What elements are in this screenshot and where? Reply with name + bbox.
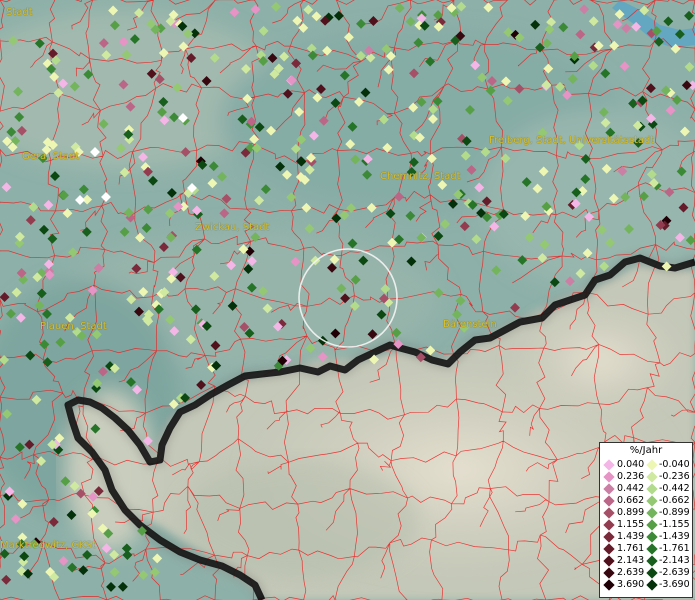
legend-value-negative: -0.040 <box>659 459 690 470</box>
legend: %/Jahr 0.040 -0.040 0.236 -0.236 0.442 -0.442… <box>599 442 693 598</box>
legend-swatch-negative <box>646 531 658 543</box>
city-label-zwickau: Zwickau, Stadt <box>195 222 270 233</box>
legend-value-positive: 0.442 <box>617 483 645 494</box>
legend-swatch-positive <box>603 519 615 531</box>
city-label-freiberg: Freiberg, Stadt, Universitätsstadt <box>489 135 655 146</box>
legend-swatch-negative <box>646 543 658 555</box>
legend-value-negative: -0.236 <box>659 471 690 482</box>
legend-value-positive: 1.155 <box>617 519 645 530</box>
legend-row: 1.155 -1.155 <box>602 519 692 531</box>
legend-rows: 0.040 -0.040 0.236 -0.236 0.442 -0.442 0.662 -0… <box>602 459 692 591</box>
legend-swatch-negative <box>646 519 658 531</box>
legend-value-negative: -0.442 <box>659 483 690 494</box>
legend-row: 0.899 -0.899 <box>602 507 692 519</box>
legend-swatch-positive <box>603 531 615 543</box>
legend-swatch-negative <box>646 471 658 483</box>
legend-value-negative: -0.899 <box>659 507 690 518</box>
city-label-baerenstein: Bärenstein <box>443 319 497 330</box>
legend-swatch-negative <box>646 495 658 507</box>
legend-value-negative: -2.143 <box>659 555 690 566</box>
legend-swatch-negative <box>646 579 658 591</box>
legend-swatch-positive <box>603 567 615 579</box>
legend-row: 1.761 -1.761 <box>602 543 692 555</box>
legend-swatch-positive <box>603 555 615 567</box>
legend-row: 0.442 -0.442 <box>602 483 692 495</box>
legend-value-positive: 2.639 <box>617 567 645 578</box>
city-label-chemnitz: Chemnitz, Stadt <box>380 171 461 182</box>
legend-swatch-negative <box>646 555 658 567</box>
legend-swatch-negative <box>646 483 658 495</box>
legend-swatch-positive <box>603 483 615 495</box>
legend-value-positive: 0.899 <box>617 507 645 518</box>
city-label-stadt: Stadt <box>6 7 33 18</box>
legend-swatch-negative <box>646 507 658 519</box>
legend-swatch-positive <box>603 459 615 471</box>
legend-row: 1.439 -1.439 <box>602 531 692 543</box>
legend-value-positive: 0.040 <box>617 459 645 470</box>
legend-value-positive: 2.143 <box>617 555 645 566</box>
legend-value-negative: -1.439 <box>659 531 690 542</box>
legend-value-negative: -1.761 <box>659 543 690 554</box>
legend-value-negative: -0.662 <box>659 495 690 506</box>
city-label-marktredwitz: Marktredwitz, GKSt <box>0 540 97 551</box>
map-view[interactable]: Stadt Gera, Stadt Freiberg, Stadt, Unive… <box>0 0 695 600</box>
legend-swatch-positive <box>603 507 615 519</box>
legend-row: 0.040 -0.040 <box>602 459 692 471</box>
legend-swatch-positive <box>603 579 615 591</box>
legend-swatch-positive <box>603 543 615 555</box>
legend-value-negative: -3.690 <box>659 579 690 590</box>
legend-swatch-positive <box>603 495 615 507</box>
legend-swatch-negative <box>646 567 658 579</box>
legend-value-negative: -1.155 <box>659 519 690 530</box>
legend-swatch-negative <box>646 459 658 471</box>
city-label-gera: Gera, Stadt <box>22 151 80 162</box>
legend-row: 2.639 -2.639 <box>602 567 692 579</box>
legend-row: 0.236 -0.236 <box>602 471 692 483</box>
legend-value-positive: 3.690 <box>617 579 645 590</box>
map-canvas <box>0 0 695 600</box>
legend-title: %/Jahr <box>629 445 663 456</box>
legend-value-positive: 0.662 <box>617 495 645 506</box>
legend-value-positive: 1.439 <box>617 531 645 542</box>
city-label-plauen: Plauen, Stadt <box>40 321 107 332</box>
legend-swatch-positive <box>603 471 615 483</box>
legend-value-positive: 1.761 <box>617 543 645 554</box>
legend-row: 0.662 -0.662 <box>602 495 692 507</box>
legend-value-negative: -2.639 <box>659 567 690 578</box>
legend-row: 3.690 -3.690 <box>602 579 692 591</box>
legend-value-positive: 0.236 <box>617 471 645 482</box>
legend-row: 2.143 -2.143 <box>602 555 692 567</box>
